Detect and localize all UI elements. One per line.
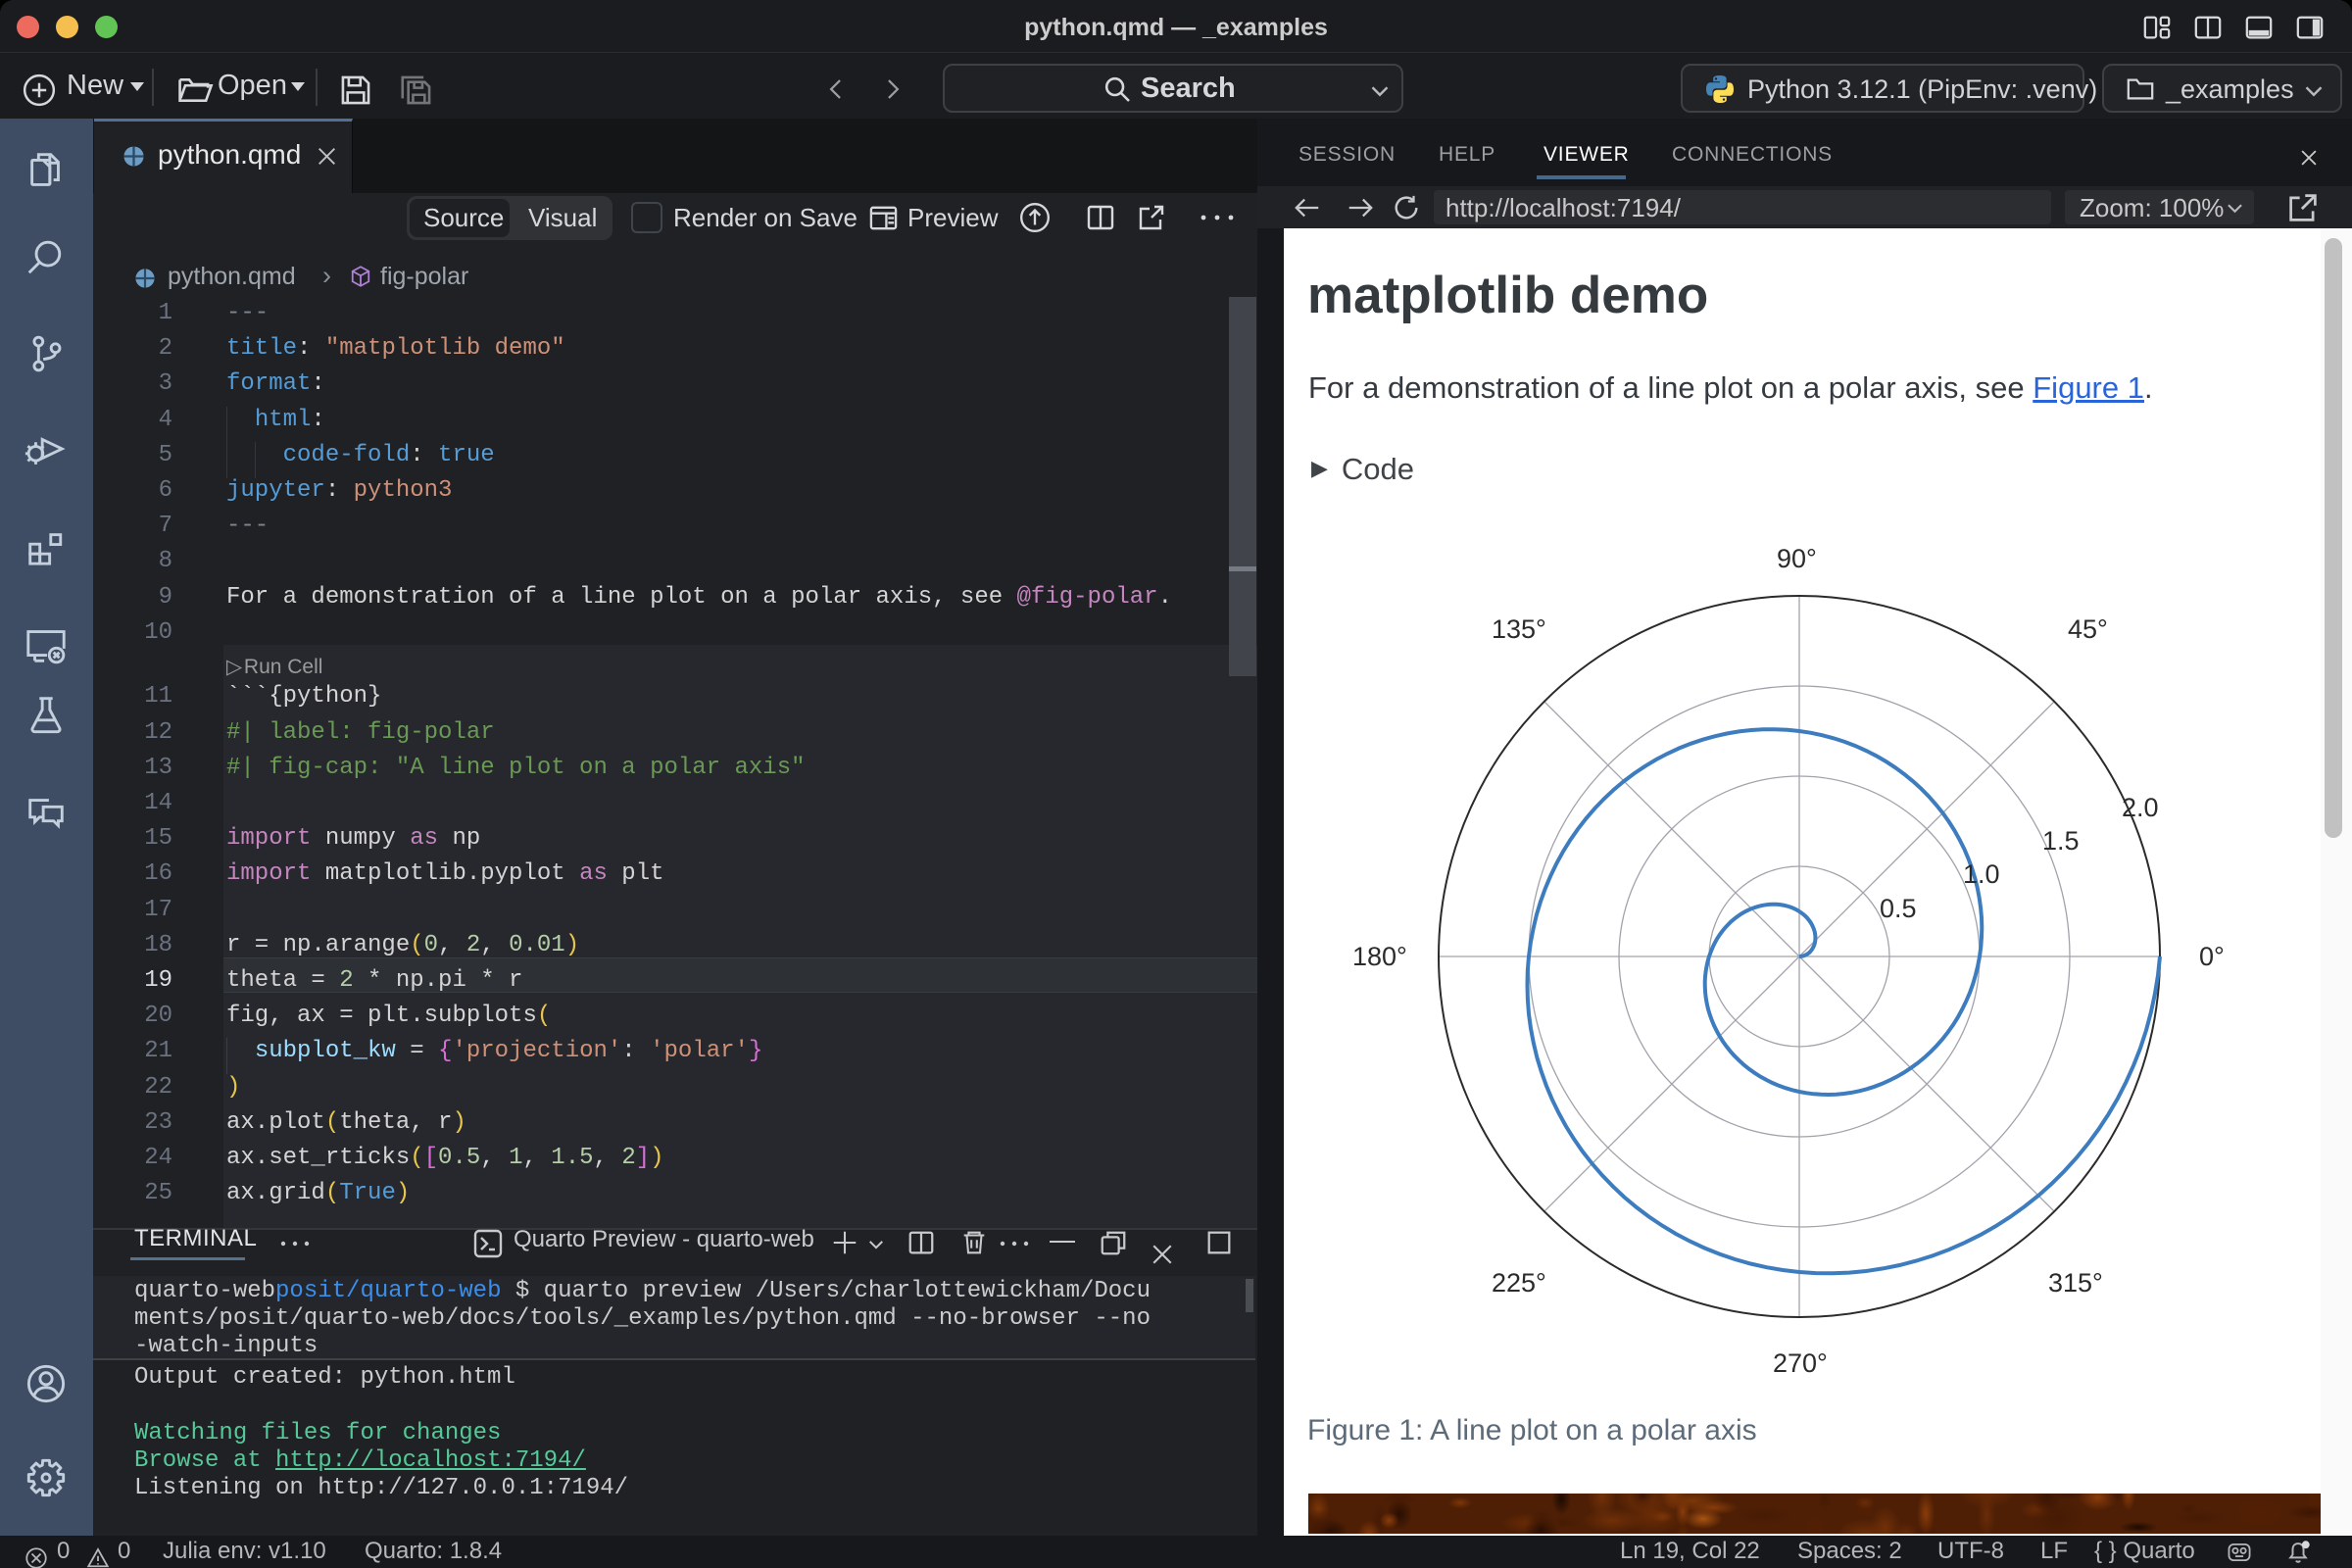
svg-text:0°: 0° xyxy=(2199,942,2225,971)
svg-text:315°: 315° xyxy=(2048,1268,2103,1298)
svg-text:90°: 90° xyxy=(1777,544,1817,573)
svg-text:2.0: 2.0 xyxy=(2122,793,2159,822)
svg-text:0.5: 0.5 xyxy=(1880,894,1917,923)
svg-text:1.5: 1.5 xyxy=(2042,826,2080,856)
svg-text:45°: 45° xyxy=(2068,614,2108,644)
svg-text:1.0: 1.0 xyxy=(1963,859,2000,889)
svg-text:270°: 270° xyxy=(1773,1348,1828,1378)
svg-text:135°: 135° xyxy=(1492,614,1546,644)
svg-text:180°: 180° xyxy=(1352,942,1407,971)
svg-text:225°: 225° xyxy=(1492,1268,1546,1298)
